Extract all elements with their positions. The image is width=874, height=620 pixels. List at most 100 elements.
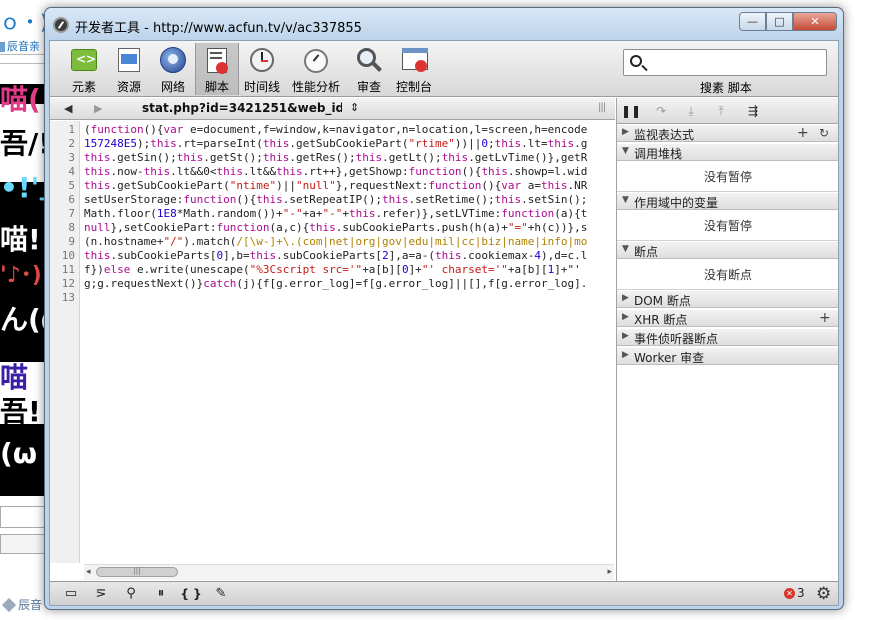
line-number[interactable]: 1 [68,123,75,136]
background-tag[interactable]: 辰音 [1,596,43,613]
back-arrow-icon[interactable]: ◀ [64,102,72,115]
section-scope-variables[interactable]: ▼ 作用域中的变量 [617,192,838,210]
section-watch-expressions[interactable]: ▶ 监视表达式 + ↻ [617,124,838,142]
code-line[interactable]: this.getSubCookiePart("ntime")||"null"},… [84,179,587,193]
background-input[interactable] [0,534,50,554]
pause-on-exceptions-icon[interactable]: ⏸ [148,584,174,604]
search-icon [630,55,642,67]
maximize-button[interactable]: □ [766,12,793,31]
line-number[interactable]: 12 [62,277,75,290]
add-icon[interactable]: + [797,125,809,141]
line-number[interactable]: 4 [68,165,75,178]
line-number[interactable]: 8 [68,221,75,234]
line-number[interactable]: 13 [62,291,75,304]
scroll-left-icon[interactable]: ◂ [86,567,91,577]
step-into-icon[interactable]: ⤓ [679,102,703,120]
elements-icon: <> [69,46,99,76]
deactivate-breakpoints-icon[interactable]: ⇶ [741,102,765,120]
tab-label: 时间线 [243,80,280,94]
tab-console[interactable]: 控制台 [392,43,436,95]
search-caption: 搜素 脚本 [700,81,752,95]
code-line[interactable]: g;g.requestNext()}catch(j){f[g.error_log… [84,277,587,291]
expand-triangle-icon: ▶ [622,127,629,137]
tab-network[interactable]: 网络 [151,43,195,95]
expand-triangle-icon: ▶ [622,312,629,322]
background-page-subline-text: 辰音亲 [7,40,40,53]
source-header: ◀ ▶ stat.php?id=3421251&web_id=34 ⇕ ||| [50,98,615,120]
search-icon[interactable]: ⚲ [118,584,144,604]
tab-resources[interactable]: 资源 [107,43,151,95]
section-title: 断点 [634,245,659,259]
scroll-thumb[interactable]: ||| [96,567,178,577]
tab-label: 网络 [160,80,185,94]
section-event-listener-breakpoints[interactable]: ▶ 事件侦听器断点 [617,328,838,346]
tab-label: 元素 [71,80,96,94]
tab-audits[interactable]: 审查 [347,43,391,95]
line-number[interactable]: 10 [62,249,75,262]
line-number[interactable]: 5 [68,179,75,192]
background-tag-text: 辰音 [18,598,43,612]
line-number[interactable]: 6 [68,193,75,206]
line-number[interactable]: 11 [62,263,75,276]
gear-icon[interactable]: ⚙ [816,584,831,604]
expand-triangle-icon: ▶ [622,331,629,341]
close-button[interactable]: ✕ [793,12,837,31]
section-dom-breakpoints[interactable]: ▶ DOM 断点 [617,290,838,308]
code-line[interactable]: f})else e.write(unescape("%3Cscript src=… [84,263,581,277]
code-line[interactable]: Math.floor(1E8*Math.random())+"-"+a+"-"+… [84,207,587,221]
resize-grip-icon[interactable]: ||| [598,102,606,113]
code-line[interactable]: this.now-this.lt&&0<this.lt&&this.rt++},… [84,165,587,179]
edit-icon[interactable]: ✎ [208,584,234,604]
section-call-stack[interactable]: ▼ 调用堆栈 [617,143,838,161]
dock-icon[interactable]: ▭ [58,584,84,604]
window-titlebar[interactable]: 开发者工具 - http://www.acfun.tv/v/ac337855 —… [45,8,843,40]
tab-scripts[interactable]: 脚本 [195,43,239,95]
status-bar: ▭ ⋝ ⚲ ⏸ { } ✎ ✕ 3 ⚙ [50,581,838,605]
code-line[interactable]: setUserStorage:function(){this.setRepeat… [84,193,587,207]
pretty-print-icon[interactable]: { } [178,584,204,604]
tag-icon [1,597,17,613]
code-line[interactable]: (n.hostname+"/").match(/[\w-]+\.(com|net… [84,235,587,249]
tab-label: 审查 [356,80,381,94]
network-icon [158,46,188,76]
console-drawer-icon[interactable]: ⋝ [88,584,114,604]
search-input[interactable] [623,49,827,76]
horizontal-scrollbar[interactable]: ◂ ||| ▸ [84,564,614,580]
collapse-triangle-icon: ▼ [622,146,629,156]
step-out-icon[interactable]: ⤒ [709,102,733,120]
refresh-icon[interactable]: ↻ [819,126,829,140]
tab-profiles[interactable]: 性能分析 [290,43,342,95]
tab-label: 资源 [116,80,141,94]
line-number[interactable]: 2 [68,137,75,150]
code-line[interactable]: this.subCookieParts[0],b=this.subCookieP… [84,249,587,263]
section-xhr-breakpoints[interactable]: ▶ XHR 断点 + [617,309,838,327]
section-breakpoints[interactable]: ▼ 断点 [617,241,838,259]
scroll-right-icon[interactable]: ▸ [607,567,612,577]
line-number[interactable]: 9 [68,235,75,248]
minimize-button[interactable]: — [739,12,766,31]
add-icon[interactable]: + [819,310,831,326]
code-line[interactable]: (function(){var e=document,f=window,k=na… [84,123,587,137]
line-number[interactable]: 3 [68,151,75,164]
chevron-updown-icon[interactable]: ⇕ [350,101,359,114]
step-over-icon[interactable]: ↷ [649,102,673,120]
section-worker-inspection[interactable]: ▶ Worker 审查 [617,347,838,365]
tab-timeline[interactable]: 时间线 [240,43,284,95]
code-line[interactable]: 157248E5);this.rt=parseInt(this.getSubCo… [84,137,587,151]
line-gutter[interactable]: 1 2 3 4 5 6 7 8 9 10 11 12 13 [50,121,80,563]
tab-elements[interactable]: <> 元素 [62,43,106,95]
danmaku-text: 喵( [0,84,41,116]
forward-arrow-icon[interactable]: ▶ [94,102,102,115]
pause-icon[interactable]: ❚❚ [619,102,643,120]
source-editor[interactable]: 1 2 3 4 5 6 7 8 9 10 11 12 13 (function(… [50,121,615,563]
call-stack-empty: 没有暂停 [617,162,838,192]
script-file-select[interactable]: stat.php?id=3421251&web_id=34 [142,101,342,115]
line-number[interactable]: 7 [68,207,75,220]
error-count[interactable]: 3 [797,586,805,600]
section-title: 作用域中的变量 [634,196,719,210]
code-line[interactable]: null},setCookiePart:function(a,c){this.s… [84,221,587,235]
section-title: DOM 断点 [634,294,691,308]
background-input[interactable] [0,506,50,528]
error-icon[interactable]: ✕ [784,588,795,599]
code-line[interactable]: this.getSin();this.getSt();this.getRes()… [84,151,587,165]
